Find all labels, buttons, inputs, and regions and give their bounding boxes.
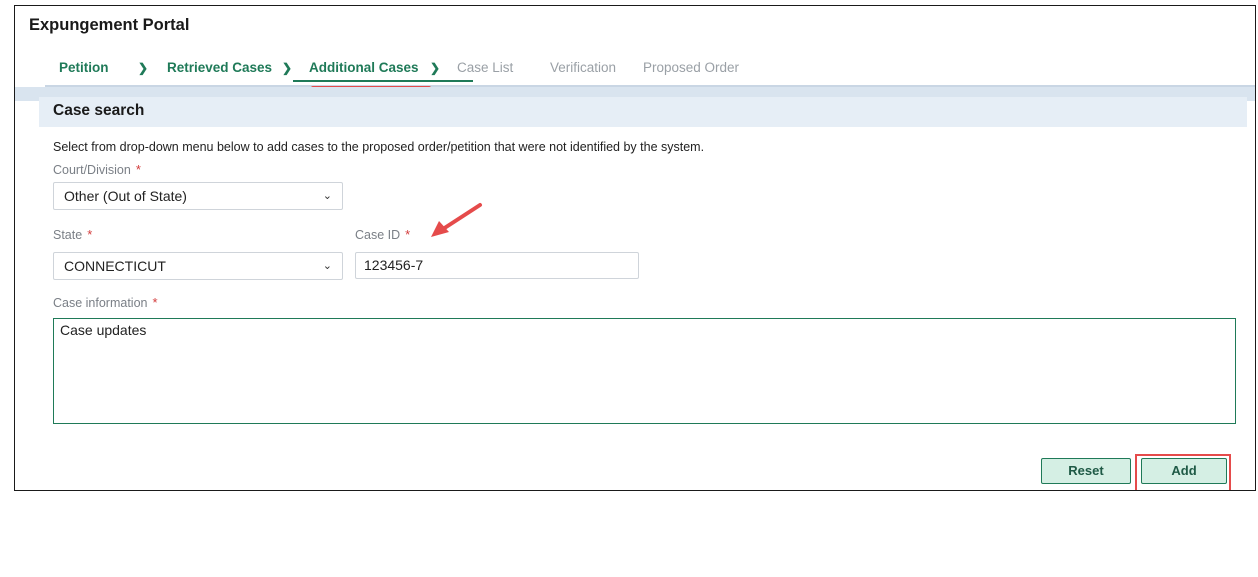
active-step-indicator (293, 80, 473, 82)
step-case-list: Case List (457, 60, 514, 75)
case-information-textarea[interactable]: Case updates (53, 318, 1236, 424)
case-id-label-text: Case ID (355, 228, 401, 242)
case-id-label: Case ID * (355, 227, 410, 242)
state-value: CONNECTICUT (64, 258, 166, 274)
case-information-label: Case information * (53, 295, 158, 310)
annotation-highlight-box (1135, 454, 1231, 490)
step-proposed-order: Proposed Order (643, 60, 740, 75)
case-information-label-text: Case information (53, 296, 148, 310)
state-select[interactable]: CONNECTICUT ⌄ (53, 252, 343, 280)
reset-button[interactable]: Reset (1041, 458, 1131, 484)
app-title: Expungement Portal (29, 16, 190, 34)
state-label-text: State (53, 228, 83, 242)
required-marker: * (405, 227, 411, 242)
chevron-down-icon: ⌄ (322, 190, 332, 202)
case-id-input[interactable]: 123456-7 (355, 252, 639, 279)
court-division-select[interactable]: Other (Out of State) ⌄ (53, 182, 343, 210)
required-marker: * (152, 295, 158, 310)
court-division-label: Court/Division * (53, 162, 141, 177)
step-navigation: Petition ❯ Retrieved Cases ❯ Additional … (45, 53, 1255, 90)
court-division-label-text: Court/Division (53, 163, 131, 177)
instructions-text: Select from drop-down menu below to add … (53, 140, 705, 154)
required-marker: * (87, 227, 93, 242)
state-label: State * (53, 227, 92, 242)
step-petition[interactable]: Petition (59, 53, 109, 83)
portal-frame: Expungement Portal Petition ❯ Retrieved … (14, 5, 1256, 491)
court-division-value: Other (Out of State) (64, 188, 187, 204)
case-search-panel: Case search Select from drop-down menu b… (39, 97, 1247, 490)
red-arrow-icon (431, 203, 482, 237)
panel-title: Case search (53, 102, 145, 119)
chevron-right-icon: ❯ (430, 61, 441, 75)
step-additional-cases[interactable]: Additional Cases (309, 53, 419, 83)
required-marker: * (135, 162, 141, 177)
chevron-right-icon: ❯ (282, 61, 293, 75)
chevron-down-icon: ⌄ (322, 260, 332, 272)
panel-header: Case search (39, 97, 1247, 127)
step-retrieved-cases[interactable]: Retrieved Cases (167, 53, 272, 83)
step-verification: Verification (550, 60, 617, 75)
chevron-right-icon: ❯ (138, 61, 149, 75)
